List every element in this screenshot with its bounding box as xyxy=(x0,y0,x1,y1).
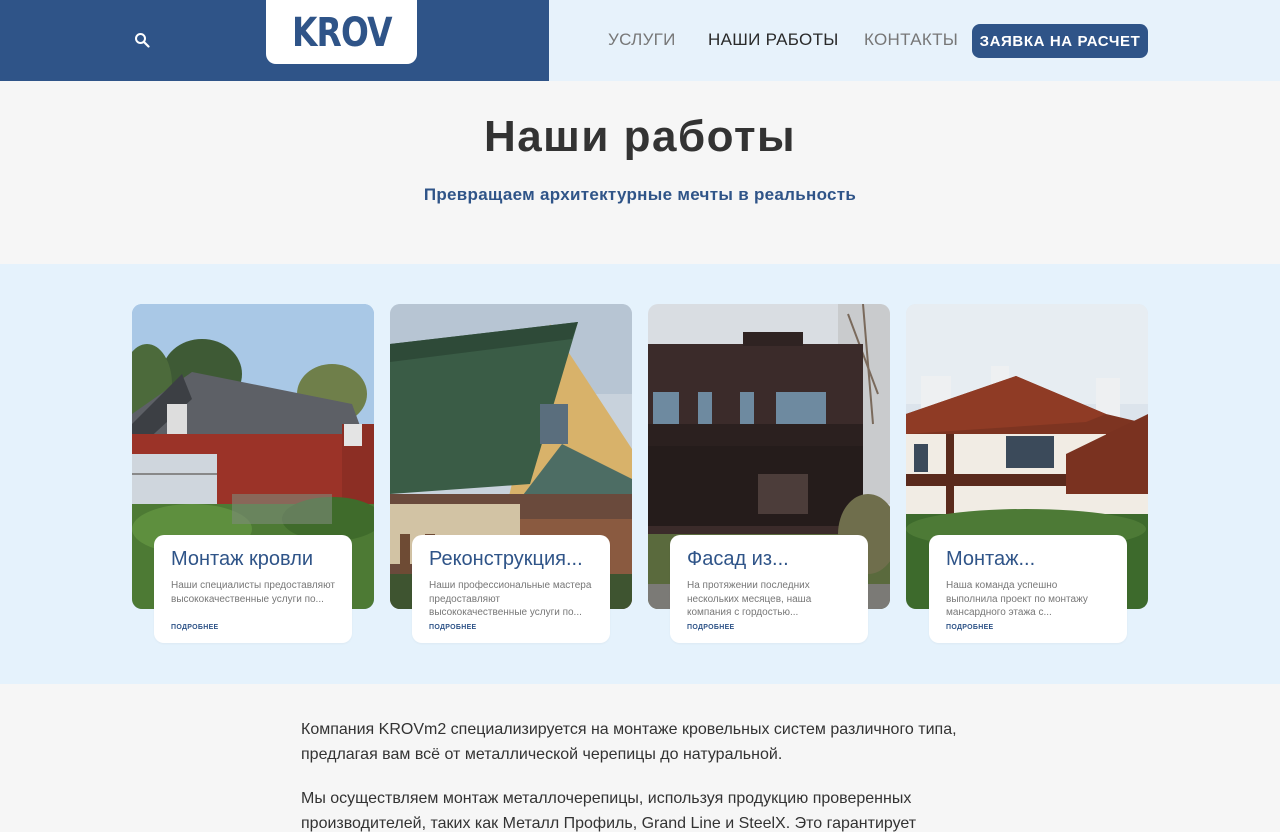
page-subtitle: Превращаем архитектурные мечты в реально… xyxy=(423,185,857,204)
logo[interactable]: KROV xyxy=(266,0,417,64)
more-link[interactable]: ПОДРОБНЕЕ xyxy=(171,624,335,631)
request-quote-button[interactable]: ЗАЯВКА НА РАСЧЕТ xyxy=(972,24,1148,58)
more-link[interactable]: ПОДРОБНЕЕ xyxy=(687,624,851,631)
content-paragraph: Компания KROVm2 специализируется на монт… xyxy=(301,721,957,763)
page-title: Наши работы xyxy=(483,112,797,161)
search-button[interactable] xyxy=(128,26,156,54)
work-card-title: Монтаж... xyxy=(946,548,1036,570)
site-header: KROV УСЛУГИ НАШИ РАБОТЫ КОНТАКТЫ ЗАЯВКА … xyxy=(0,0,1280,81)
work-card[interactable]: Фасад из... На протяжении последних неск… xyxy=(670,535,868,643)
nav-our-works[interactable]: НАШИ РАБОТЫ xyxy=(708,30,839,50)
more-link[interactable]: ПОДРОБНЕЕ xyxy=(429,624,593,631)
work-card-text: Наши специалисты предоставляют высококач… xyxy=(171,580,335,605)
work-card-text: Наша команда успешно выполнила проект по… xyxy=(946,580,1088,618)
works-section: Монтаж кровли Наши специалисты предостав… xyxy=(0,264,1280,684)
more-link[interactable]: ПОДРОБНЕЕ xyxy=(946,624,1110,631)
search-icon xyxy=(135,33,150,48)
content-paragraph: Мы осуществляем монтаж металлочерепицы, … xyxy=(301,790,917,832)
work-card[interactable]: Реконструкция... Наши профессиональные м… xyxy=(412,535,610,643)
nav-contacts[interactable]: КОНТАКТЫ xyxy=(864,30,958,50)
work-card-text: На протяжении последних нескольких месяц… xyxy=(687,580,812,618)
work-card-title: Реконструкция... xyxy=(429,548,583,570)
work-card[interactable]: Монтаж кровли Наши специалисты предостав… xyxy=(154,535,352,643)
logo-text: KROV xyxy=(291,10,393,56)
work-card-title: Фасад из... xyxy=(687,548,789,570)
work-card-text: Наши профессиональные мастера предоставл… xyxy=(429,580,592,618)
work-card[interactable]: Монтаж... Наша команда успешно выполнила… xyxy=(929,535,1127,643)
nav-services[interactable]: УСЛУГИ xyxy=(608,30,676,50)
work-card-title: Монтаж кровли xyxy=(171,548,314,570)
